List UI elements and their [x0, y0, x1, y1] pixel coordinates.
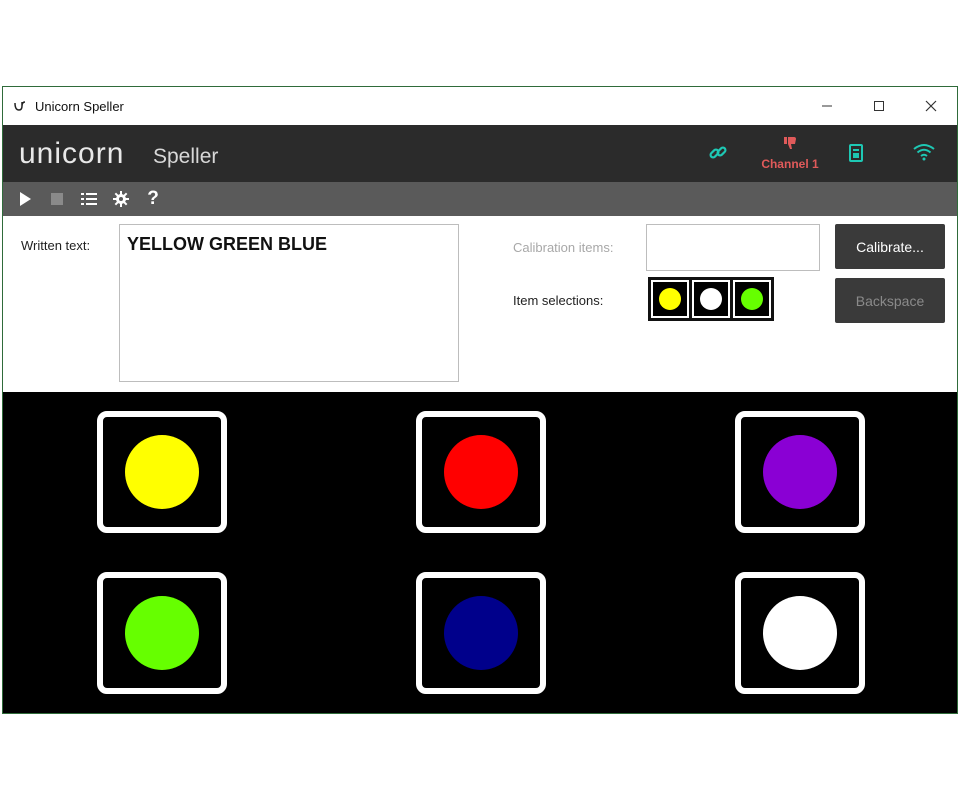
gear-icon — [113, 191, 129, 207]
minimize-icon — [822, 105, 832, 107]
app-icon — [13, 99, 27, 113]
written-text-field[interactable]: YELLOW GREEN BLUE — [119, 224, 459, 382]
help-icon: ? — [147, 188, 159, 209]
purple-dot — [763, 435, 837, 509]
stop-button[interactable] — [41, 182, 73, 216]
selection-dot — [700, 288, 722, 310]
play-icon — [20, 192, 31, 206]
selection-dot — [741, 288, 763, 310]
unicorn-logo: unicorn — [19, 137, 145, 174]
blue-dot — [444, 596, 518, 670]
white-dot — [763, 596, 837, 670]
calibration-items-label: Calibration items: — [513, 240, 614, 255]
window-title: Unicorn Speller — [35, 98, 124, 114]
selection-dot — [659, 288, 681, 310]
stop-icon — [51, 193, 63, 205]
app-window: Unicorn Speller unicorn Speller Channel … — [2, 86, 958, 714]
yellow-dot — [125, 435, 199, 509]
list-icon — [81, 193, 97, 205]
selection-item — [692, 280, 730, 318]
thumbs-down-icon — [784, 137, 796, 149]
speller-item-green[interactable] — [97, 572, 227, 694]
backspace-button[interactable]: Backspace — [835, 278, 945, 323]
item-selections-label: Item selections: — [513, 293, 604, 308]
selection-item — [733, 280, 771, 318]
brand-subtitle: Speller — [153, 145, 219, 168]
close-icon — [925, 100, 937, 112]
written-text-label: Written text: — [21, 238, 91, 253]
minimize-button[interactable] — [801, 87, 853, 125]
item-selections-strip — [648, 277, 774, 321]
green-dot — [125, 596, 199, 670]
red-dot — [444, 435, 518, 509]
speller-item-purple[interactable] — [735, 411, 865, 533]
speller-item-red[interactable] — [416, 411, 546, 533]
maximize-button[interactable] — [853, 87, 905, 125]
title-bar: Unicorn Speller — [3, 87, 957, 125]
help-button[interactable]: ? — [137, 182, 169, 216]
speller-grid — [3, 392, 957, 713]
selection-item — [651, 280, 689, 318]
brand-bar: unicorn Speller Channel 1 — [3, 125, 957, 182]
toolbar: ? — [3, 182, 957, 216]
calibration-items-field[interactable] — [646, 224, 820, 271]
link-icon[interactable] — [708, 143, 728, 168]
close-button[interactable] — [905, 87, 957, 125]
speller-item-yellow[interactable] — [97, 411, 227, 533]
svg-text:unicorn: unicorn — [19, 139, 124, 169]
speller-item-white[interactable] — [735, 572, 865, 694]
calibrate-button[interactable]: Calibrate... — [835, 224, 945, 269]
maximize-icon — [874, 101, 884, 111]
channel-label: Channel 1 — [761, 157, 819, 171]
wifi-icon[interactable] — [913, 143, 935, 166]
window-controls — [801, 87, 957, 125]
speller-item-blue[interactable] — [416, 572, 546, 694]
list-button[interactable] — [73, 182, 105, 216]
channel-status[interactable]: Channel 1 — [755, 135, 825, 171]
settings-button[interactable] — [105, 182, 137, 216]
battery-icon[interactable] — [848, 143, 864, 168]
control-panel: Written text: YELLOW GREEN BLUE Calibrat… — [3, 216, 957, 392]
play-button[interactable] — [9, 182, 41, 216]
